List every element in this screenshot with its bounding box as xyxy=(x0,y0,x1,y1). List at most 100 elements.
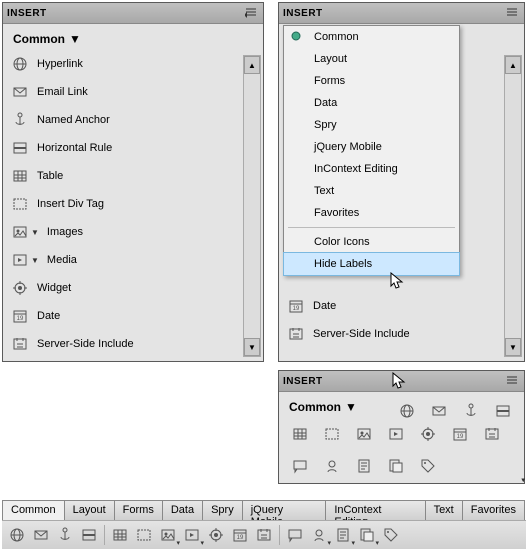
item-label: Named Anchor xyxy=(37,114,110,126)
toolbar-email-button[interactable] xyxy=(30,524,52,546)
tab-data[interactable]: Data xyxy=(162,500,203,520)
item-label: Date xyxy=(37,310,60,322)
panel-title: INSERT xyxy=(7,8,47,19)
dropdown-arrow-icon: ▼ xyxy=(345,400,357,414)
toolbar-templates-button[interactable]: ▾ xyxy=(383,454,409,478)
tab-text[interactable]: Text xyxy=(425,500,463,520)
toolbar-hyperlink-button[interactable] xyxy=(6,524,28,546)
toolbar-media-button[interactable]: ▾ xyxy=(181,524,203,546)
toolbar-anchor-button[interactable] xyxy=(458,399,484,423)
flyout-item-data[interactable]: Data xyxy=(284,92,459,114)
submenu-arrow-icon: ▾ xyxy=(176,539,180,547)
insert-item-date[interactable]: 19Date xyxy=(283,292,520,320)
toolbar-script-button[interactable]: ▾ xyxy=(332,524,354,546)
toolbar-table-button[interactable] xyxy=(109,524,131,546)
bottom-toolbar: ▾▾19▾▾▾ xyxy=(2,520,526,549)
flyout-item-incontext-editing[interactable]: InContext Editing xyxy=(284,158,459,180)
toolbar-div-button[interactable] xyxy=(133,524,155,546)
insert-item-anchor[interactable]: Named Anchor xyxy=(7,106,259,134)
flyout-label: Hide Labels xyxy=(314,258,372,270)
scrollbar[interactable]: ▲ ▼ xyxy=(243,55,261,357)
toolbar-hyperlink-button[interactable] xyxy=(394,399,420,423)
panel-menu-button[interactable] xyxy=(504,374,520,388)
flyout-item-jquery-mobile[interactable]: jQuery Mobile xyxy=(284,136,459,158)
flyout-item-color-icons[interactable]: Color Icons xyxy=(284,231,459,253)
svg-text:19: 19 xyxy=(293,306,300,312)
date-icon: 19 xyxy=(11,307,29,325)
flyout-item-spry[interactable]: Spry xyxy=(284,114,459,136)
toolbar-images-button[interactable]: ▾ xyxy=(351,422,377,446)
toolbar-hrule-button[interactable] xyxy=(78,524,100,546)
toolbar-templates-button[interactable]: ▾ xyxy=(356,524,378,546)
tab-favorites[interactable]: Favorites xyxy=(462,500,525,520)
selected-bullet-icon xyxy=(290,30,304,44)
insert-item-hyperlink[interactable]: Hyperlink xyxy=(7,50,259,78)
toolbar-tag-button[interactable] xyxy=(415,454,441,478)
panel-menu-button[interactable] xyxy=(504,6,520,20)
tab-label: Layout xyxy=(73,504,106,516)
submenu-arrow-icon: ▾ xyxy=(521,476,525,484)
item-label: Server-Side Include xyxy=(37,338,134,350)
toolbar-images-button[interactable]: ▾ xyxy=(157,524,179,546)
category-dropdown[interactable]: Common ▼ xyxy=(7,28,259,50)
category-flyout-menu: Common LayoutFormsData Spry jQuery Mobile In… xyxy=(283,25,460,276)
flyout-label: Spry xyxy=(314,119,337,131)
toolbar-comment-button[interactable] xyxy=(284,524,306,546)
insert-item-ssi[interactable]: Server-Side Include xyxy=(283,320,520,348)
toolbar-ssi-button[interactable] xyxy=(253,524,275,546)
flyout-item-common[interactable]: Common xyxy=(284,26,459,48)
insert-item-email[interactable]: Email Link xyxy=(7,78,259,106)
scroll-down-icon[interactable]: ▼ xyxy=(244,338,260,356)
panel-title: INSERT xyxy=(283,376,323,387)
toolbar-script-button[interactable]: ▾ xyxy=(351,454,377,478)
flyout-label: jQuery Mobile xyxy=(314,141,382,153)
flyout-item-text[interactable]: Text xyxy=(284,180,459,202)
flyout-item-hide-labels[interactable]: Hide Labels xyxy=(283,252,460,276)
tab-common[interactable]: Common xyxy=(2,500,65,520)
flyout-item-forms[interactable]: Forms xyxy=(284,70,459,92)
insert-item-widget[interactable]: Widget xyxy=(7,274,259,302)
tab-forms[interactable]: Forms xyxy=(114,500,163,520)
tab-jquery-mobile[interactable]: jQuery Mobile xyxy=(242,500,327,520)
submenu-arrow-icon: ▾ xyxy=(200,539,204,547)
tab-incontext-editing[interactable]: InContext Editing xyxy=(325,500,425,520)
scroll-down-icon[interactable]: ▼ xyxy=(505,338,521,356)
tab-label: Forms xyxy=(123,504,154,516)
insert-item-table[interactable]: Table xyxy=(7,162,259,190)
toolbar-head-button[interactable]: ▾ xyxy=(319,454,345,478)
insert-item-div[interactable]: Insert Div Tag xyxy=(7,190,259,218)
category-label: Common xyxy=(13,32,65,46)
flyout-item-favorites[interactable]: Favorites xyxy=(284,202,459,224)
toolbar-widget-button[interactable] xyxy=(205,524,227,546)
tab-spry[interactable]: Spry xyxy=(202,500,243,520)
toolbar-date-button[interactable]: 19 xyxy=(229,524,251,546)
toolbar-div-button[interactable] xyxy=(319,422,345,446)
flyout-label: Common xyxy=(314,31,359,43)
toolbar-table-button[interactable] xyxy=(287,422,313,446)
toolbar-anchor-button[interactable] xyxy=(54,524,76,546)
toolbar-hrule-button[interactable] xyxy=(490,399,516,423)
toolbar-email-button[interactable] xyxy=(426,399,452,423)
insert-item-images[interactable]: ▼Images xyxy=(7,218,259,246)
svg-text:19: 19 xyxy=(17,316,24,322)
scroll-up-icon[interactable]: ▲ xyxy=(505,56,521,74)
menu-separator xyxy=(288,227,455,228)
panel-title: INSERT xyxy=(283,8,323,19)
panel-menu-icon xyxy=(245,8,257,18)
submenu-arrow-icon: ▾ xyxy=(327,539,331,547)
insert-item-hrule[interactable]: Horizontal Rule xyxy=(7,134,259,162)
item-label: Widget xyxy=(37,282,71,294)
toolbar-tag-button[interactable] xyxy=(380,524,402,546)
panel-menu-button[interactable] xyxy=(243,6,259,20)
toolbar-head-button[interactable]: ▾ xyxy=(308,524,330,546)
insert-item-media[interactable]: ▼Media xyxy=(7,246,259,274)
tab-layout[interactable]: Layout xyxy=(64,500,115,520)
scrollbar[interactable]: ▲ ▼ xyxy=(504,55,522,357)
scroll-up-icon[interactable]: ▲ xyxy=(244,56,260,74)
insert-item-ssi[interactable]: Server-Side Include xyxy=(7,330,259,358)
flyout-item-layout[interactable]: Layout xyxy=(284,48,459,70)
toolbar-comment-button[interactable] xyxy=(287,454,313,478)
insert-item-date[interactable]: 19 Date xyxy=(7,302,259,330)
submenu-arrow-icon: ▾ xyxy=(375,539,379,547)
media-icon xyxy=(11,251,29,269)
